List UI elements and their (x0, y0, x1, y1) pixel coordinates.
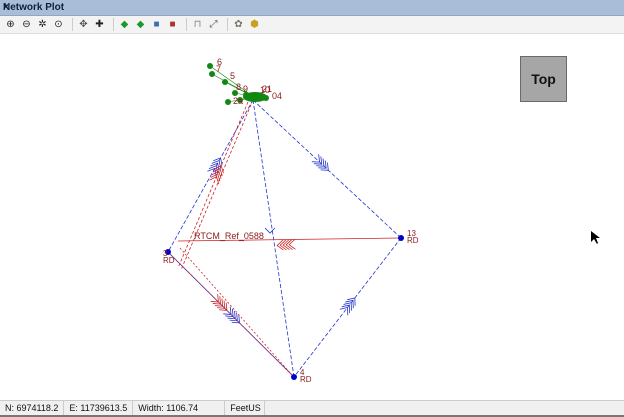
measure-icon[interactable]: ⤢ (207, 18, 220, 31)
cluster-node (225, 99, 231, 105)
toolbar: ⊕ ⊖ ✲ ⊙ ✥ ✚ ◆ ◆ ■ ■ ⊓ ⤢ ✿ ⬢ (0, 16, 624, 34)
zoom-in-icon[interactable]: ⊕ (4, 18, 17, 31)
settings-icon[interactable]: ✿ (232, 18, 245, 31)
remove-point-icon[interactable]: ◆ (134, 18, 147, 31)
station-type: RD (163, 256, 175, 265)
status-north: N: 6974118.2 (0, 401, 65, 415)
cluster-label: 21 (262, 84, 272, 94)
tie-point-icon[interactable]: ⊓ (191, 18, 204, 31)
cluster-node (207, 63, 213, 69)
direction-marker (339, 297, 356, 316)
block-delete-icon[interactable]: ■ (166, 18, 179, 31)
cluster-label: 9 (243, 84, 248, 94)
direction-marker (207, 157, 223, 177)
add-point-icon[interactable]: ◆ (118, 18, 131, 31)
status-width: Width: 1106.74 (133, 401, 226, 415)
view-top-button[interactable]: Top (520, 56, 567, 102)
zoom-extents-icon[interactable]: ✲ (36, 18, 49, 31)
status-bar: N: 6974118.2 E: 11739613.5 Width: 1106.7… (0, 400, 624, 415)
layers-icon[interactable]: ⬢ (248, 18, 261, 31)
station-node (291, 374, 297, 380)
title-bar: Network Plot × (0, 0, 624, 16)
mouse-cursor-icon (591, 231, 600, 244)
rtk-edge-3-4b (179, 247, 293, 376)
crosshair-icon[interactable]: ✚ (93, 18, 106, 31)
block-icon[interactable]: ■ (150, 18, 163, 31)
edge-label: RTCM_Ref_0588 (194, 231, 264, 241)
cluster-label: 2a (233, 96, 243, 106)
direction-marker (264, 227, 276, 234)
pan-icon[interactable]: ✥ (77, 18, 90, 31)
station-type: RD (407, 236, 419, 245)
cluster-node (209, 71, 215, 77)
station-type: RD (300, 375, 312, 384)
status-east: E: 11739613.5 (64, 401, 134, 415)
station-node (398, 235, 404, 241)
cluster-node (222, 79, 228, 85)
status-units: FeetUS (225, 401, 266, 415)
edge-top-3 (167, 99, 254, 253)
direction-marker (276, 239, 296, 251)
edge-top-13 (252, 99, 402, 239)
close-icon[interactable]: × (3, 2, 620, 13)
zoom-out-icon[interactable]: ⊖ (20, 18, 33, 31)
zoom-previous-icon[interactable]: ⊙ (52, 18, 65, 31)
cluster-label: 5 (230, 71, 235, 81)
rtk-edge-top-3b (177, 101, 249, 269)
cluster-label: 8 (236, 82, 241, 92)
cluster-label: 04 (272, 91, 282, 101)
cluster-label: 7 (216, 64, 221, 74)
rtk-edge-top-3 (180, 99, 254, 271)
